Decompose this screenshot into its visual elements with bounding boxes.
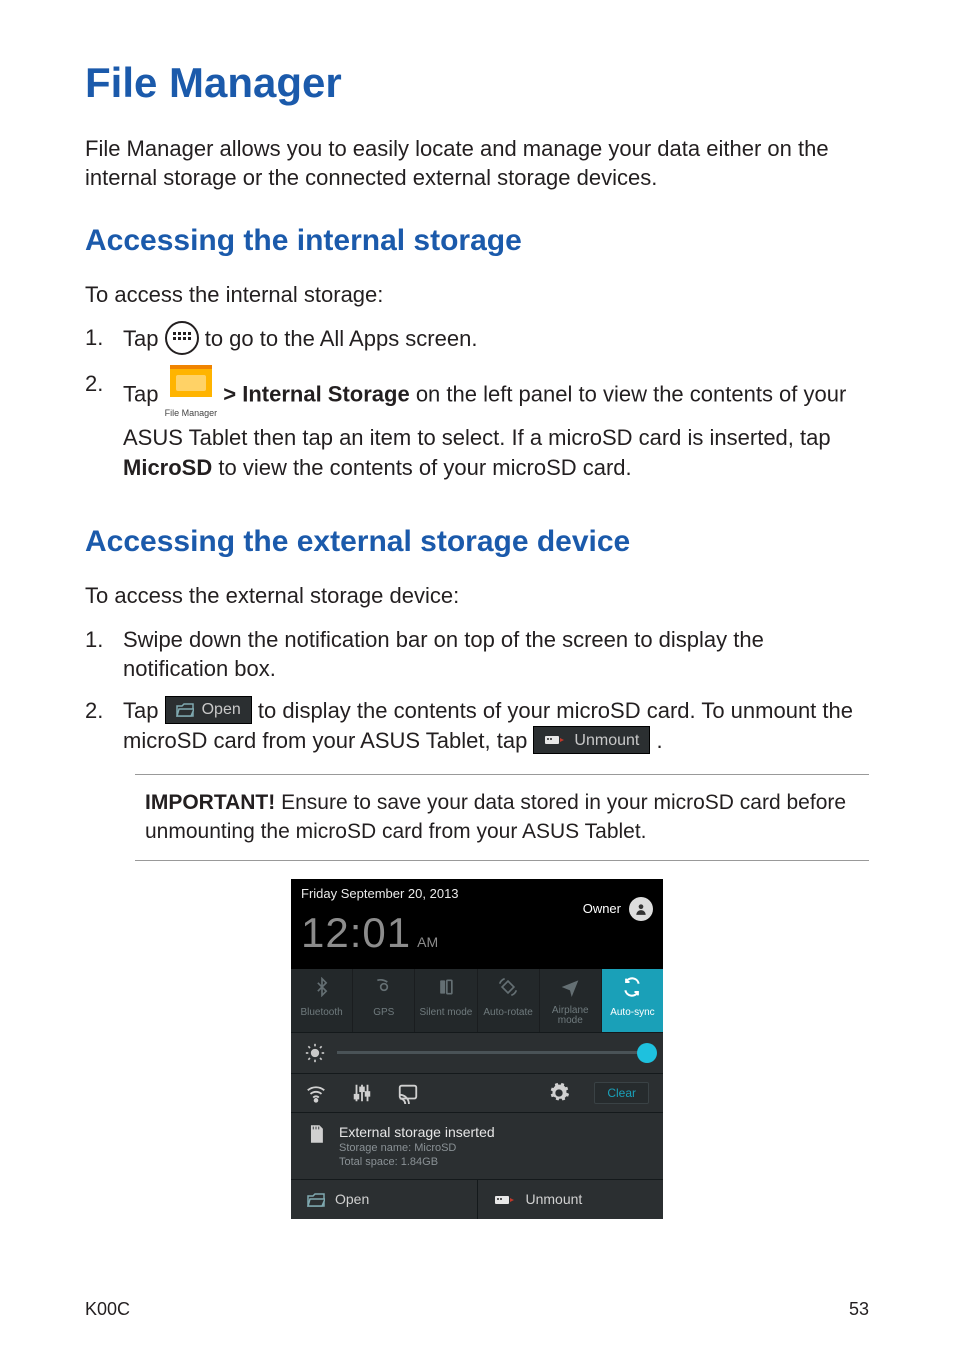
brightness-slider-row	[291, 1032, 663, 1074]
step-body: Tap to go to the All Apps screen.	[123, 323, 869, 357]
section1-heading: Accessing the internal storage	[85, 221, 869, 262]
important-note: IMPORTANT! Ensure to save your data stor…	[135, 774, 869, 861]
internal-storage-bold: Internal Storage	[242, 382, 409, 407]
toggle-bluetooth: Bluetooth	[291, 969, 353, 1032]
text: to go to the All Apps screen.	[205, 326, 478, 351]
toggle-gps: GPS	[353, 969, 415, 1032]
page-title: File Manager	[85, 55, 869, 112]
notification-sub2: Total space: 1.84GB	[339, 1156, 495, 1170]
toggle-auto-sync: Auto-sync	[602, 969, 663, 1032]
clear-button: Clear	[594, 1082, 649, 1104]
section2-heading: Accessing the external storage device	[85, 522, 869, 563]
brightness-icon	[305, 1043, 325, 1063]
step-number: 2.	[85, 696, 123, 756]
notification-title: External storage inserted	[339, 1123, 495, 1142]
toggle-silent: Silent mode	[415, 969, 477, 1032]
step-number: 1.	[85, 323, 123, 357]
text: Tap	[123, 382, 165, 407]
gear-icon	[548, 1082, 570, 1104]
quick-settings-row: Clear	[291, 1074, 663, 1113]
text: .	[656, 728, 662, 753]
toggle-label: Bluetooth	[293, 1006, 350, 1020]
step-body: Tap File Manager > Internal Storage on t…	[123, 369, 869, 482]
text: Tap	[123, 326, 165, 351]
toggle-label: GPS	[355, 1006, 412, 1020]
notification-panel-figure: Friday September 20, 2013 12:01 AM Owner…	[291, 879, 663, 1219]
cast-icon	[397, 1082, 419, 1104]
open-button-inline: Open	[165, 696, 252, 724]
unmount-button-label: Unmount	[574, 730, 639, 752]
list-item: 1. Swipe down the notification bar on to…	[85, 625, 869, 684]
footer-model: K00C	[85, 1297, 130, 1321]
step-number: 1.	[85, 625, 123, 684]
avatar-icon	[629, 897, 653, 921]
footer-page-number: 53	[849, 1297, 869, 1321]
toggle-label: Silent mode	[417, 1006, 474, 1020]
panel-time-value: 12:01	[301, 905, 411, 962]
quick-toggles-row: Bluetooth GPS Silent mode Auto-rotate Ai…	[291, 969, 663, 1032]
text: Tap	[123, 698, 165, 723]
panel-owner-label: Owner	[583, 900, 621, 918]
unmount-button-inline: Unmount	[533, 726, 650, 754]
sd-card-icon	[305, 1123, 327, 1145]
toggle-label: Airplanemode	[542, 1006, 599, 1026]
toggle-label: Auto-sync	[604, 1006, 661, 1020]
important-label: IMPORTANT!	[145, 791, 275, 814]
list-item: 2. Tap Open to display the contents of y…	[85, 696, 869, 756]
brightness-slider	[337, 1051, 649, 1054]
action-open: Open	[291, 1180, 477, 1219]
step-body: Swipe down the notification bar on top o…	[123, 625, 869, 684]
toggle-airplane: Airplanemode	[540, 969, 602, 1032]
notification-actions: Open Unmount	[291, 1180, 663, 1219]
notification-sub1: Storage name: MicroSD	[339, 1142, 495, 1156]
open-button-label: Open	[202, 699, 241, 721]
file-manager-app-icon: File Manager	[165, 365, 218, 419]
folder-icon-label: File Manager	[165, 407, 218, 419]
open-folder-icon	[307, 1193, 325, 1207]
text: >	[223, 382, 242, 407]
sliders-icon	[351, 1082, 373, 1104]
action-open-label: Open	[335, 1190, 369, 1209]
action-unmount-label: Unmount	[526, 1190, 583, 1209]
action-unmount: Unmount	[477, 1180, 664, 1219]
toggle-label: Auto-rotate	[480, 1006, 537, 1020]
toggle-auto-rotate: Auto-rotate	[478, 969, 540, 1032]
step-number: 2.	[85, 369, 123, 482]
text: to view the contents of your microSD car…	[212, 455, 631, 480]
wifi-icon	[305, 1082, 327, 1104]
section1-steps: 1. Tap to go to the All Apps screen. 2. …	[85, 323, 869, 482]
list-item: 1. Tap to go to the All Apps screen.	[85, 323, 869, 357]
all-apps-icon	[165, 321, 199, 355]
microsd-bold: MicroSD	[123, 455, 212, 480]
panel-time-ampm: AM	[417, 933, 438, 952]
panel-owner: Owner	[583, 897, 653, 921]
step-body: Tap Open to display the contents of your…	[123, 696, 869, 756]
eject-sd-icon	[494, 1193, 516, 1207]
section1-lead: To access the internal storage:	[85, 280, 869, 310]
intro-text: File Manager allows you to easily locate…	[85, 134, 869, 193]
page-footer: K00C 53	[85, 1297, 869, 1321]
list-item: 2. Tap File Manager > Internal Storage o…	[85, 369, 869, 482]
panel-header: Friday September 20, 2013 12:01 AM Owner	[291, 879, 663, 969]
notification-item: External storage inserted Storage name: …	[291, 1113, 663, 1180]
slider-knob	[637, 1043, 657, 1063]
section2-lead: To access the external storage device:	[85, 581, 869, 611]
folder-icon	[170, 365, 212, 397]
section2-steps: 1. Swipe down the notification bar on to…	[85, 625, 869, 757]
